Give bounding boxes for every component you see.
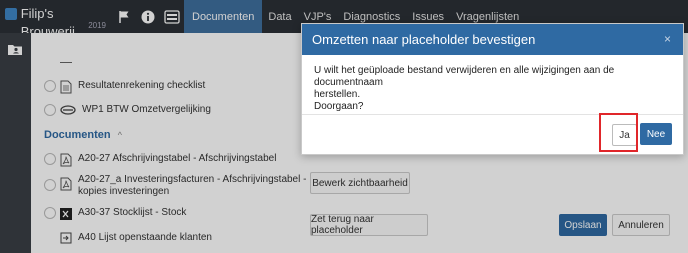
document-label: A40 Lijst openstaande klanten [78,232,212,243]
item-label: WP1 BTW Omzetvergelijking [82,104,211,115]
document-item[interactable]: A20-27_a Investeringsfacturen - Afschrij… [44,174,306,198]
document-item[interactable]: A30-37 Stocklijst - Stock [44,207,186,221]
dialog-title: Omzetten naar placeholder bevestigen [312,32,536,47]
dialog-message-line3: Doorgaan? [314,101,364,112]
brand-logo-icon [5,8,17,20]
edit-visibility-button[interactable]: Bewerk zichtbaarheid [310,172,410,194]
document-label: A20-27_a Investeringsfacturen - Afschrij… [78,174,307,197]
flag-icon[interactable] [112,0,136,33]
brand[interactable]: Filip's Brouwerij 2019 [0,0,112,39]
dialog-body: U wilt het geüploade bestand verwijderen… [302,55,683,115]
section-documenten[interactable]: Documenten ^ [44,129,122,141]
chevron-up-icon: ^ [117,130,122,140]
yes-button[interactable]: Ja [612,124,637,146]
tab-data[interactable]: Data [262,0,297,33]
excel-icon [60,207,72,221]
dialog-header: Omzetten naar placeholder bevestigen × [302,24,683,55]
close-icon[interactable]: × [664,32,671,46]
document-grid-icon[interactable] [160,0,184,33]
radio-button[interactable] [44,153,56,165]
radio-button[interactable] [44,80,56,92]
app-year: 2019 [88,21,106,30]
section-title: Documenten [44,129,111,141]
tab-documenten[interactable]: Documenten [184,0,263,33]
list-item[interactable]: Resultatenrekening checklist [44,80,205,94]
pdf-icon [60,177,72,191]
link-icon [60,104,76,118]
dialog-message-line2: herstellen. [314,89,361,100]
info-icon[interactable] [136,0,160,33]
separator-dash [60,62,72,63]
document-item[interactable]: A40 Lijst openstaande klanten [60,232,212,246]
radio-button[interactable] [44,207,56,219]
dialog-message-line1: U wilt het geüploade bestand verwijderen… [314,65,615,88]
save-button[interactable]: Opslaan [559,214,607,236]
radio-button[interactable] [44,179,56,191]
no-button[interactable]: Nee [640,123,672,145]
document-label: A30-37 Stocklijst - Stock [78,207,187,218]
confirm-dialog: Omzetten naar placeholder bevestigen × U… [301,23,684,155]
dialog-footer: Ja Nee [302,115,683,154]
list-item[interactable]: WP1 BTW Omzetvergelijking [44,104,211,118]
document-label: A20-27 Afschrijvingstabel - Afschrijving… [78,153,277,164]
checklist-doc-icon [60,80,72,94]
radio-button[interactable] [44,104,56,116]
pdf-icon [60,153,72,167]
cancel-button[interactable]: Annuleren [612,214,670,236]
document-item[interactable]: A20-27 Afschrijvingstabel - Afschrijving… [44,153,276,167]
folder-user-icon[interactable] [7,42,23,56]
import-icon [60,232,72,246]
item-label: Resultatenrekening checklist [78,80,206,91]
reset-placeholder-button[interactable]: Zet terug naar placeholder [310,214,428,236]
sidebar [0,33,31,253]
